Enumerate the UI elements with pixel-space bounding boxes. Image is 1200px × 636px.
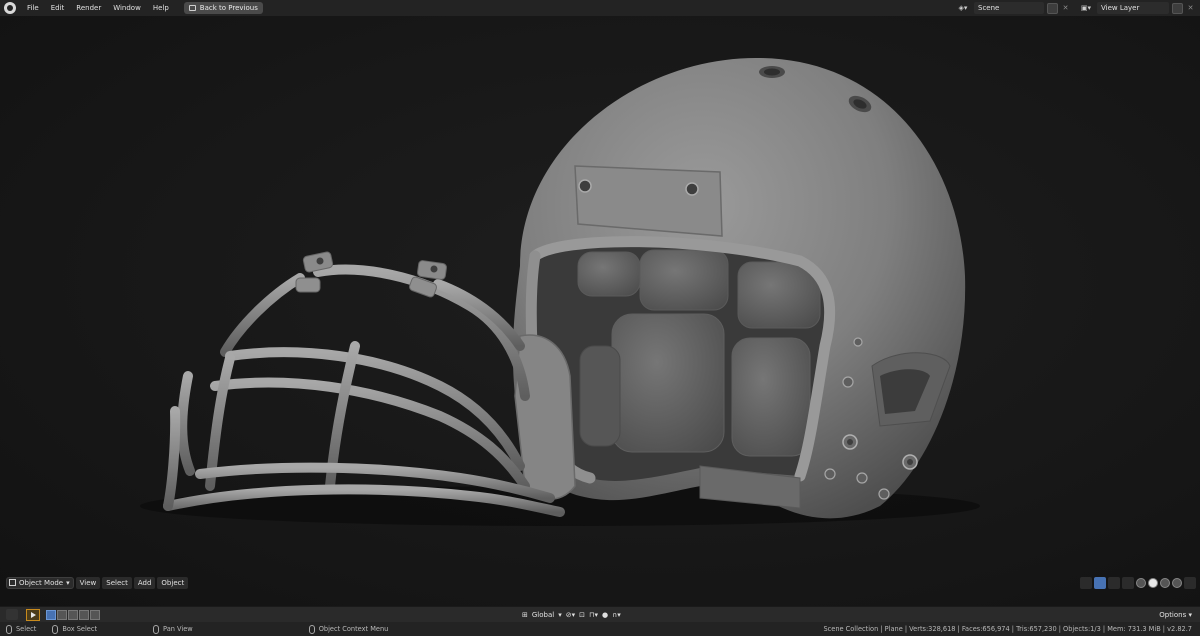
status-pan-view-label: Pan View: [163, 625, 193, 633]
menu-edit[interactable]: Edit: [46, 0, 70, 16]
status-box-select-label: Box Select: [62, 625, 98, 633]
rendered-shading-icon[interactable]: [1172, 577, 1182, 588]
viewport-display-controls: [1080, 576, 1196, 589]
viewport-header: Object Mode ▾ View Select Add Object: [6, 576, 189, 589]
menu-file[interactable]: File: [22, 0, 44, 16]
tool-settings-bar: ⊞ Global ▾ ⊘▾ ⊡ ⊓▾ ● ∩▾ Options ▾: [0, 606, 1200, 622]
viewport-menu-view[interactable]: View: [75, 576, 101, 589]
viewport-menu-object[interactable]: Object: [157, 576, 189, 589]
options-dropdown[interactable]: Options ▾: [1159, 609, 1192, 621]
xray-toggle-icon[interactable]: [1122, 576, 1134, 589]
blender-logo-icon[interactable]: [4, 2, 16, 14]
active-tool-icon[interactable]: [26, 608, 40, 621]
remove-view-layer-icon[interactable]: ✕: [1186, 3, 1195, 14]
select-invert-icon[interactable]: [79, 609, 89, 620]
status-context-menu-label: Object Context Menu: [318, 625, 389, 633]
scene-name-field[interactable]: Scene: [974, 2, 1044, 14]
status-select-hint: Select: [6, 624, 37, 634]
options-label: Options: [1159, 611, 1187, 619]
status-context-menu-hint: Object Context Menu: [308, 624, 389, 634]
back-to-previous-button[interactable]: Back to Previous: [183, 2, 263, 14]
shading-options-icon[interactable]: [1184, 576, 1196, 589]
mouse-right-icon: [308, 624, 315, 634]
overlays-icon[interactable]: [1108, 576, 1120, 589]
view-layer-selector: ▣▾ View Layer ✕: [1078, 2, 1195, 14]
proportional-edit-icon[interactable]: ●: [602, 611, 608, 619]
mouse-middle-icon: [153, 624, 160, 634]
select-new-icon[interactable]: [46, 609, 56, 620]
chevron-down-icon: ▾: [1186, 611, 1192, 619]
orientation-icon: ⊞: [522, 611, 528, 619]
object-mode-label: Object Mode: [19, 578, 64, 587]
remove-scene-icon[interactable]: ✕: [1061, 3, 1070, 14]
object-mode-icon: [9, 579, 16, 586]
visibility-icon[interactable]: [1080, 576, 1092, 589]
chevron-down-icon: ▾: [558, 611, 562, 619]
editor-type-icon[interactable]: [6, 609, 18, 620]
status-bar: Select Box Select Pan View Object Contex…: [0, 622, 1200, 636]
scene-selector: ◈▾ Scene ✕: [955, 2, 1070, 14]
scene-icon[interactable]: ◈▾: [955, 2, 971, 14]
menu-render[interactable]: Render: [71, 0, 106, 16]
snap-icon[interactable]: ⊡: [579, 611, 585, 619]
viewport-menu-select[interactable]: Select: [102, 576, 132, 589]
view-layer-icon[interactable]: ▣▾: [1078, 2, 1094, 14]
orientation-label: Global: [531, 611, 555, 619]
mouse-drag-icon: [52, 624, 59, 634]
material-preview-icon[interactable]: [1160, 577, 1170, 588]
new-scene-icon[interactable]: [1047, 2, 1058, 14]
status-box-select-hint: Box Select: [52, 624, 98, 634]
falloff-icon[interactable]: ∩▾: [612, 611, 621, 619]
status-select-label: Select: [16, 625, 37, 633]
select-intersect-icon[interactable]: [90, 609, 100, 620]
select-extend-icon[interactable]: [57, 609, 67, 620]
menu-help[interactable]: Help: [148, 0, 174, 16]
snap-target-icon[interactable]: ⊓▾: [589, 611, 598, 619]
menu-window[interactable]: Window: [108, 0, 146, 16]
viewport-menu-add[interactable]: Add: [133, 576, 156, 589]
selection-mode-group: [46, 609, 100, 620]
back-to-previous-label: Back to Previous: [199, 4, 258, 12]
status-pan-view-hint: Pan View: [153, 624, 193, 634]
3d-viewport[interactable]: [0, 16, 1200, 606]
scene-statistics: Scene Collection | Plane | Verts:328,618…: [823, 625, 1192, 633]
solid-shading-icon[interactable]: [1148, 577, 1158, 588]
mouse-left-icon: [6, 624, 12, 634]
chevron-down-icon: ▾: [66, 578, 70, 587]
back-icon: [188, 5, 196, 11]
pivot-icon[interactable]: ⊘▾: [566, 611, 575, 619]
wireframe-shading-icon[interactable]: [1136, 577, 1146, 588]
helmet-model: [140, 57, 980, 526]
select-subtract-icon[interactable]: [68, 609, 78, 620]
new-view-layer-icon[interactable]: [1172, 2, 1183, 14]
gizmo-toggle-icon[interactable]: [1094, 576, 1106, 589]
transform-orientation-dropdown[interactable]: ⊞ Global ▾ ⊘▾ ⊡ ⊓▾ ● ∩▾: [522, 609, 621, 621]
object-mode-dropdown[interactable]: Object Mode ▾: [6, 576, 74, 589]
view-layer-field[interactable]: View Layer: [1097, 2, 1169, 14]
